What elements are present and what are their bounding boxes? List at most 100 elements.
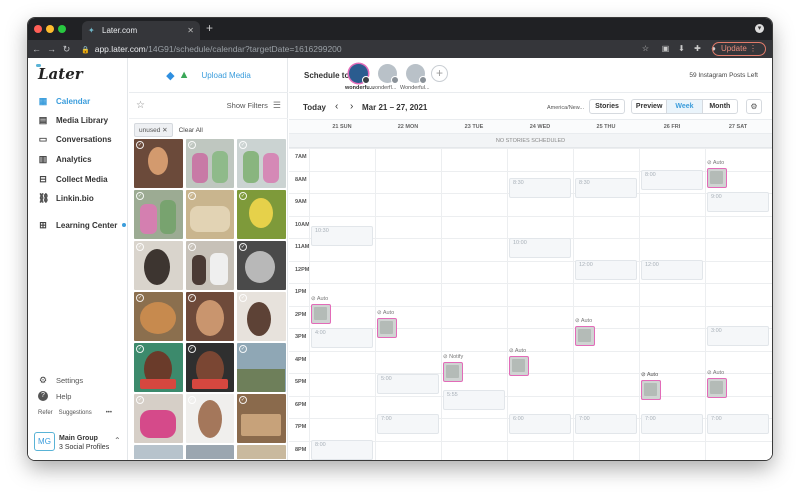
time-slot[interactable]: 10:00	[509, 238, 571, 258]
suggestions-link[interactable]: Suggestions	[59, 410, 92, 416]
dropbox-icon[interactable]: ◆	[166, 69, 174, 82]
close-window-button[interactable]	[34, 25, 42, 33]
download-extension-icon[interactable]: ⬇	[676, 43, 687, 54]
month-tab[interactable]: Month	[703, 100, 737, 113]
show-filters-button[interactable]: Show Filters	[227, 101, 268, 110]
group-switcher[interactable]: Main Group 3 Social Profiles	[59, 434, 109, 452]
back-icon[interactable]: ←	[30, 44, 43, 54]
media-thumbnail[interactable]: ✓	[134, 190, 183, 239]
hour-row[interactable]: 5PM	[289, 373, 772, 396]
nav-item-settings[interactable]: ⚙ Settings	[38, 373, 83, 387]
media-thumbnail[interactable]	[237, 445, 286, 459]
nav-item-linkinbio[interactable]: ⛓ Linkin.bio	[38, 191, 94, 205]
google-drive-icon[interactable]: ▲	[179, 69, 190, 81]
nav-item-calendar[interactable]: ▦ Calendar	[38, 94, 91, 108]
media-thumbnail[interactable]: ✓	[134, 139, 183, 188]
puzzle-extensions-icon[interactable]: ✚	[692, 43, 703, 54]
nav-item-learning-center[interactable]: ⊞ Learning Center	[38, 218, 127, 232]
update-button[interactable]: Update ⋮	[711, 42, 766, 56]
calendar-settings-icon[interactable]: ⚙	[746, 99, 762, 114]
hour-row[interactable]: 7AM	[289, 148, 772, 171]
profile-avatar-3[interactable]	[406, 64, 427, 84]
nav-item-media-library[interactable]: ▤ Media Library	[38, 113, 108, 127]
media-thumbnail[interactable]: ✓	[185, 343, 234, 392]
hour-row[interactable]: 4PM	[289, 350, 772, 374]
clear-all-button[interactable]: Clear All	[179, 127, 203, 134]
scheduled-post-thumbnail[interactable]	[509, 356, 529, 376]
extension-icon[interactable]: ▣	[660, 43, 671, 54]
hour-row[interactable]: 1PM	[289, 283, 772, 306]
preview-tab[interactable]: Preview	[632, 100, 666, 113]
media-thumbnail[interactable]	[134, 445, 183, 459]
time-slot[interactable]: 7:00	[377, 414, 439, 434]
scheduled-post-thumbnail[interactable]	[707, 168, 727, 188]
media-thumbnail[interactable]: ✓	[237, 292, 286, 341]
media-thumbnail[interactable]: ✓	[185, 292, 234, 341]
chevron-updown-icon[interactable]: ⌃	[114, 436, 121, 445]
time-slot[interactable]: 7:00	[575, 414, 637, 434]
media-thumbnail[interactable]: ✓	[185, 139, 234, 188]
media-thumbnail[interactable]: ✓	[185, 394, 234, 443]
url-field[interactable]: 🔒 app.later.com/14G91/schedule/calendar?t…	[81, 44, 342, 54]
time-slot[interactable]: 8:30	[509, 178, 571, 198]
time-slot[interactable]: 8:00	[641, 170, 703, 190]
stories-button[interactable]: Stories	[589, 99, 625, 114]
time-slot[interactable]: 7:00	[707, 414, 769, 434]
time-slot[interactable]: 12:00	[575, 260, 637, 280]
today-button[interactable]: Today	[303, 103, 326, 112]
time-slot[interactable]: 8:00	[311, 440, 373, 460]
media-thumbnail[interactable]: ✓	[237, 394, 286, 443]
media-thumbnail[interactable]: ✓	[134, 394, 183, 443]
time-slot[interactable]: 10:30	[311, 226, 373, 246]
refer-link[interactable]: Refer	[38, 410, 53, 416]
profile-avatar-1[interactable]	[349, 64, 370, 84]
maximize-window-button[interactable]	[58, 25, 66, 33]
minimize-window-button[interactable]	[46, 25, 54, 33]
time-slot[interactable]: 5:00	[377, 374, 439, 394]
media-thumbnail[interactable]: ✓	[134, 343, 183, 392]
time-slot[interactable]: 7:00	[641, 414, 703, 434]
nav-item-conversations[interactable]: ▭ Conversations	[38, 132, 112, 146]
previous-week-icon[interactable]: ‹	[335, 101, 338, 112]
next-week-icon[interactable]: ›	[350, 101, 353, 112]
media-thumbnail[interactable]: ✓	[237, 343, 286, 392]
media-thumbnail[interactable]: ✓	[237, 139, 286, 188]
browser-menu-icon[interactable]: ▾	[755, 24, 764, 33]
time-slot[interactable]: 3:00	[707, 326, 769, 346]
media-thumbnail[interactable]	[185, 445, 234, 459]
new-tab-button[interactable]: +	[206, 21, 213, 35]
filter-list-icon[interactable]: ☰	[273, 100, 281, 111]
media-thumbnail[interactable]: ✓	[185, 190, 234, 239]
add-profile-button[interactable]: +	[431, 65, 448, 82]
forward-icon[interactable]: →	[45, 44, 58, 54]
profile-avatar-2[interactable]	[378, 64, 399, 84]
scheduled-post-thumbnail[interactable]	[575, 326, 595, 346]
scheduled-post-thumbnail[interactable]	[707, 378, 727, 398]
later-logo[interactable]: Later	[36, 64, 83, 83]
browser-tab[interactable]: ✦ Later.com ✕	[82, 21, 200, 40]
time-slot[interactable]: 12:00	[641, 260, 703, 280]
week-tab[interactable]: Week	[666, 100, 703, 113]
star-filter-icon[interactable]: ☆	[136, 100, 145, 111]
select-check-icon[interactable]: ✓	[136, 141, 144, 149]
upload-media-button[interactable]: ◆ ▲ Upload Media	[129, 58, 288, 93]
time-slot[interactable]: 6:00	[509, 414, 571, 434]
nav-item-collect-media[interactable]: ⊟ Collect Media	[38, 172, 107, 186]
scheduled-post-thumbnail[interactable]	[377, 318, 397, 338]
media-thumbnail[interactable]: ✓	[134, 241, 183, 290]
nav-item-help[interactable]: ? Help	[38, 389, 71, 403]
chip-close-icon[interactable]: ✕	[162, 127, 167, 134]
reload-icon[interactable]: ↻	[60, 44, 73, 55]
media-thumbnail[interactable]: ✓	[134, 292, 183, 341]
media-thumbnail[interactable]: ✓	[237, 241, 286, 290]
group-avatar[interactable]: MG	[34, 432, 55, 451]
tab-close-icon[interactable]: ✕	[187, 26, 194, 35]
media-thumbnail[interactable]: ✓	[237, 190, 286, 239]
timezone-selector[interactable]: America/New...	[547, 105, 584, 111]
time-slot[interactable]: 8:30	[575, 178, 637, 198]
bookmark-star-icon[interactable]: ☆	[640, 43, 651, 54]
media-thumbnail[interactable]: ✓	[185, 241, 234, 290]
scheduled-post-thumbnail[interactable]	[641, 380, 661, 400]
scheduled-post-thumbnail[interactable]	[311, 304, 331, 324]
nav-item-analytics[interactable]: ▥ Analytics	[38, 152, 92, 166]
